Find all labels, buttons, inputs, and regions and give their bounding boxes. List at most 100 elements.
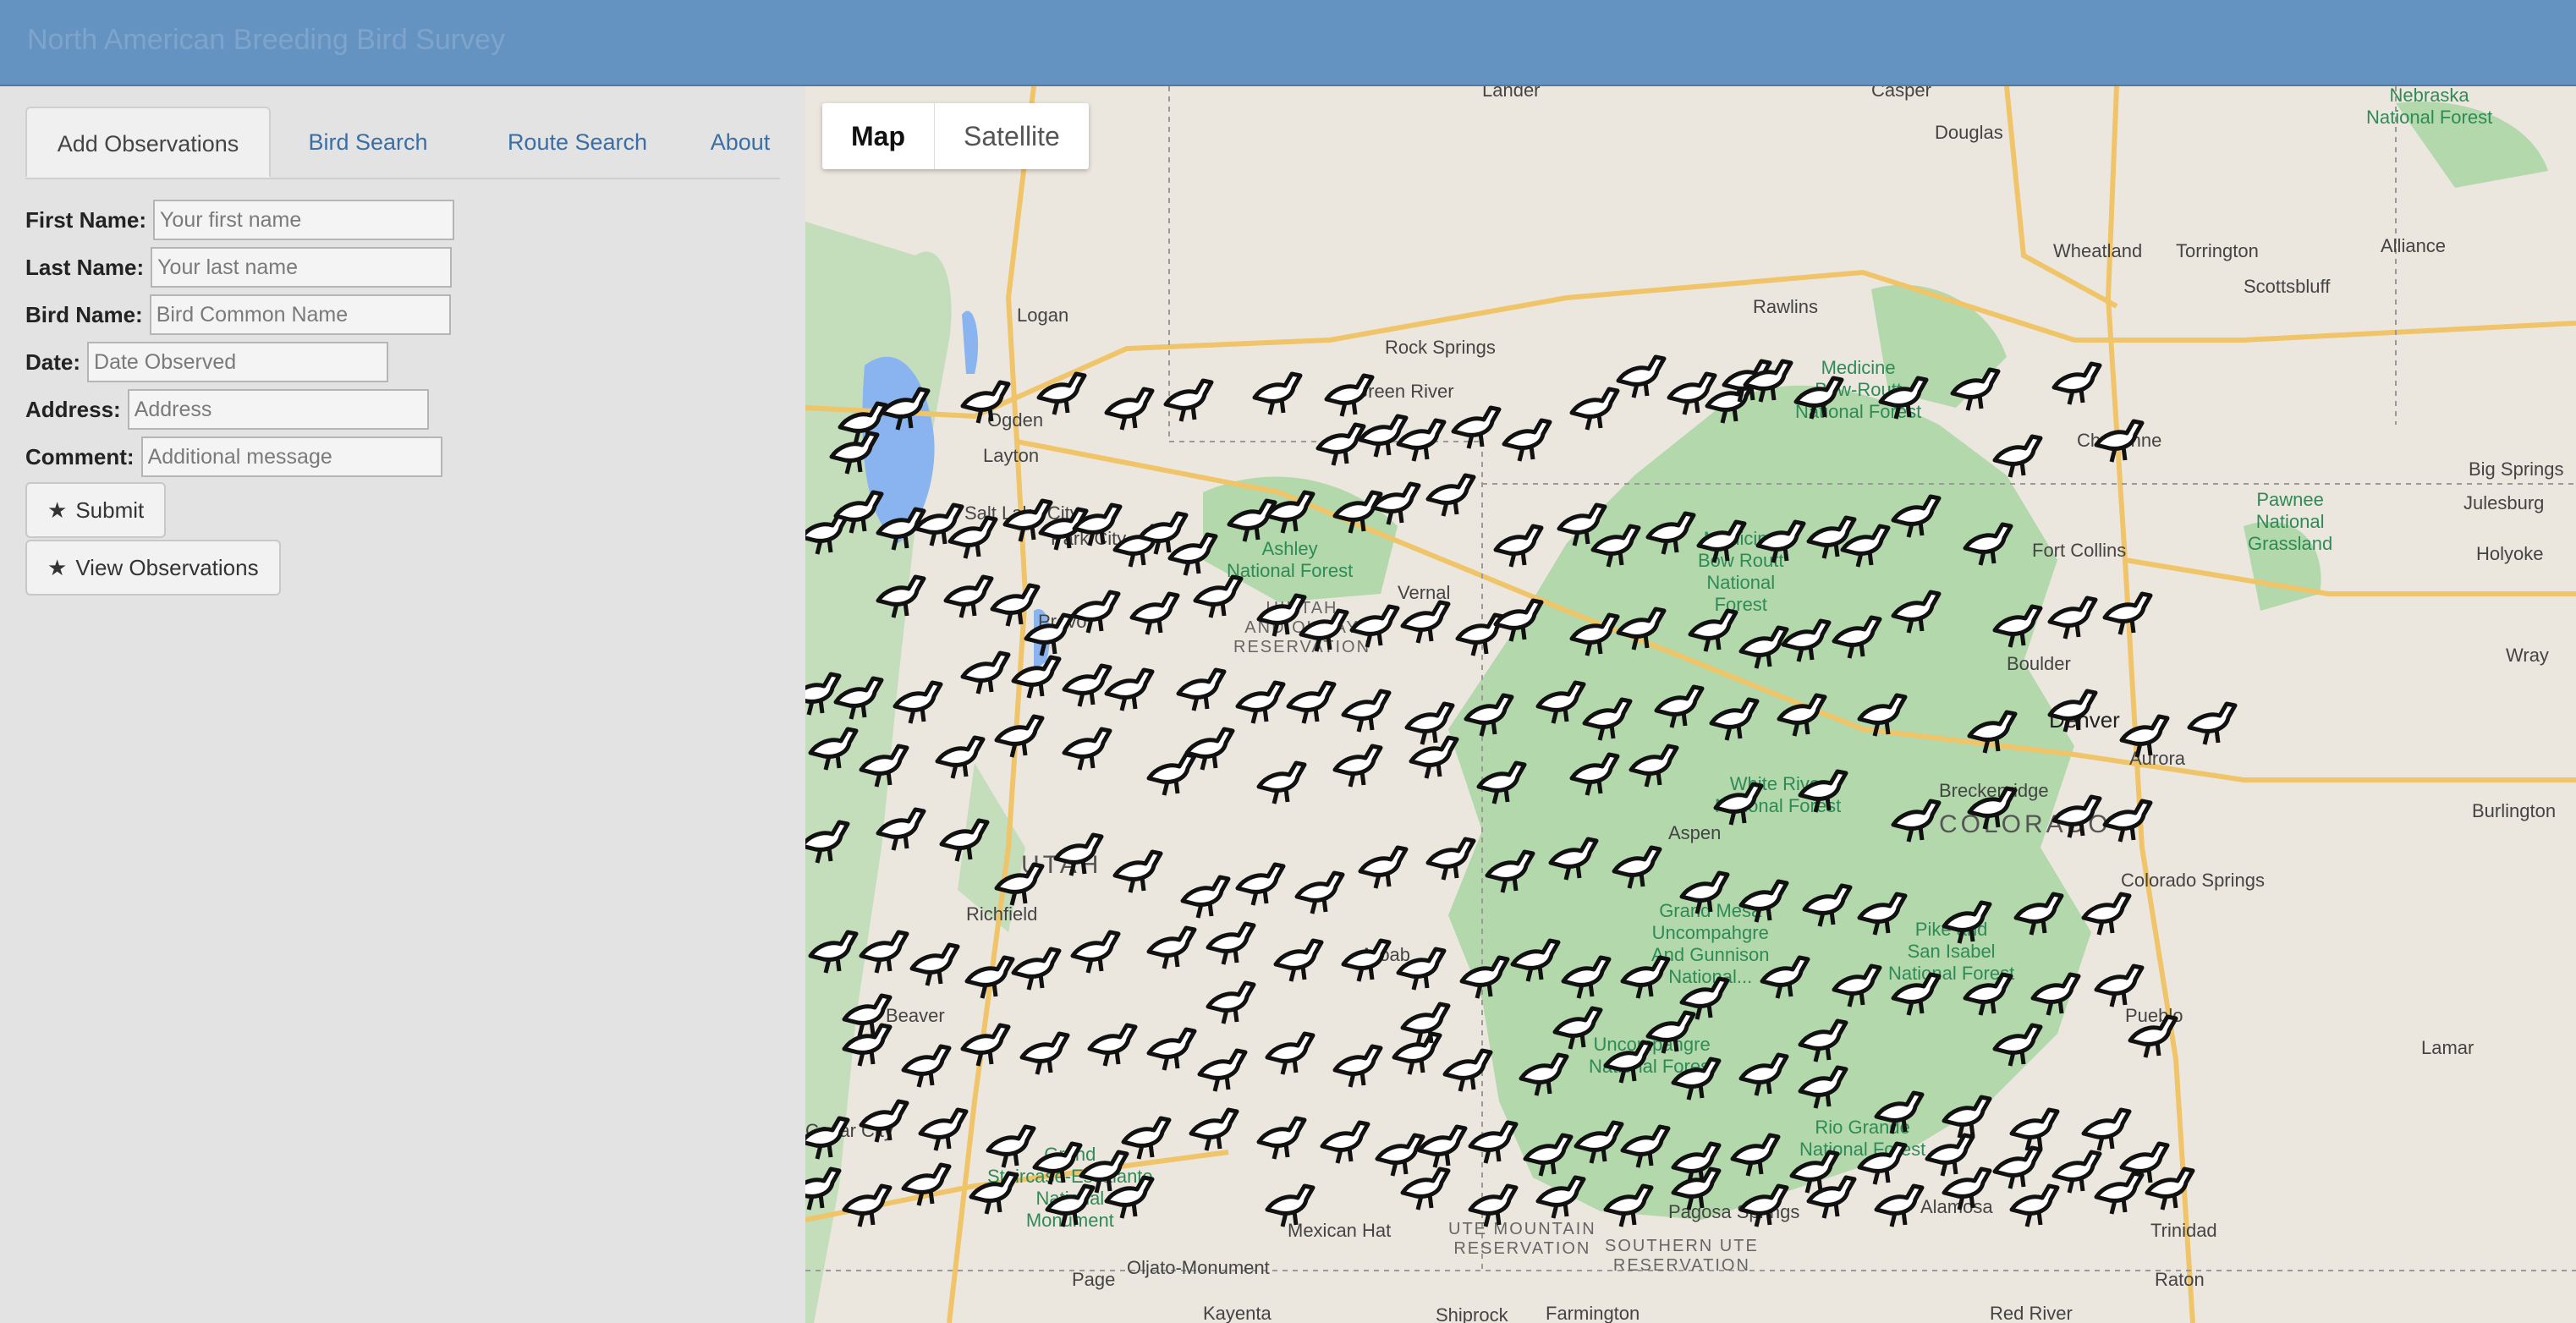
map-type-control: Map Satellite [822, 103, 1089, 169]
comment-row: Comment: [25, 435, 442, 479]
date-input[interactable] [87, 342, 389, 382]
forest-label: Pike and San Isabel National Forest [1888, 919, 2015, 984]
place-label: Rock Springs [1385, 337, 1496, 358]
map-canvas[interactable]: Map Satellite Lander Casper Douglas Whea… [805, 86, 2576, 1323]
place-label: Vernal [1398, 582, 1451, 603]
app-title: North American Breeding Bird Survey [27, 24, 506, 56]
place-label: Alliance [2381, 235, 2447, 256]
place-label: Rawlins [1753, 296, 1819, 317]
place-label: Cheyenne [2077, 430, 2162, 451]
forest-label: Nebraska National Forest [2366, 86, 2493, 128]
place-label: Denver [2049, 707, 2120, 733]
app-header: North American Breeding Bird Survey [0, 0, 2576, 86]
star-icon: ★ [47, 554, 68, 580]
tab-bar: Add Observations Bird Search Route Searc… [25, 107, 780, 179]
place-label: Holyoke [2476, 543, 2544, 564]
last-name-label: Last Name: [25, 254, 145, 280]
reservation-label: UTE MOUNTAIN RESERVATION [1448, 1220, 1596, 1258]
place-label: Salt Lake City [964, 502, 1079, 524]
place-label: Scottsbluff [2244, 276, 2331, 297]
tab-route-search[interactable]: Route Search [465, 107, 689, 178]
map-type-map-button[interactable]: Map [822, 103, 935, 169]
state-label-colorado: COLORADO [1939, 810, 2112, 838]
bird-name-input[interactable] [149, 294, 451, 335]
place-label: Moab [1364, 944, 1411, 965]
place-label: Alamosa [1920, 1196, 1993, 1217]
place-label: Aurora [2129, 748, 2186, 769]
place-label: Burlington [2472, 800, 2557, 821]
date-label: Date: [25, 349, 81, 375]
place-label: Farmington [1546, 1303, 1640, 1323]
place-label: Shiprock [1436, 1304, 1508, 1323]
forest-label: Grand Staircase-Escalante National Monum… [987, 1144, 1153, 1231]
bird-name-label: Bird Name: [25, 301, 143, 327]
place-label: Julesburg [2463, 492, 2545, 513]
place-label: Fort Collins [2032, 540, 2127, 561]
place-label: Raton [2155, 1269, 2205, 1290]
place-label: Mexican Hat [1288, 1220, 1392, 1241]
place-label: Logan [1017, 305, 1069, 326]
reservation-label: SOUTHERN UTE RESERVATION [1605, 1237, 1759, 1275]
date-row: Date: [25, 340, 389, 384]
comment-input[interactable] [140, 436, 442, 477]
place-label: Wheatland [2053, 240, 2143, 261]
tab-bird-search[interactable]: Bird Search [288, 107, 448, 178]
tab-add-observations[interactable]: Add Observations [25, 107, 271, 178]
address-label: Address: [25, 396, 121, 422]
place-label: Aspen [1668, 822, 1722, 843]
address-input[interactable] [127, 389, 429, 430]
submit-label: Submit [75, 497, 145, 523]
last-name-input[interactable] [151, 247, 453, 288]
map-type-satellite-button[interactable]: Satellite [935, 103, 1089, 169]
sidebar: Add Observations Bird Search Route Searc… [0, 86, 805, 1323]
place-label: Ogden [987, 409, 1044, 431]
place-label: Lander [1482, 86, 1541, 101]
star-icon: ★ [47, 497, 68, 523]
first-name-input[interactable] [153, 200, 455, 240]
place-label: Richfield [966, 903, 1038, 925]
forest-label: Pawnee National Grassland [2248, 489, 2333, 554]
place-label: Casper [1871, 86, 1931, 101]
place-label: Pagosa Springs [1668, 1201, 1800, 1222]
reservation-label: UINTAH AND OURAY RESERVATION [1233, 599, 1371, 656]
place-label: Breckenridge [1939, 780, 2049, 801]
address-row: Address: [25, 387, 429, 431]
place-label: Beaver [886, 1005, 945, 1026]
view-observations-button[interactable]: ★ View Observations [25, 540, 281, 596]
place-label: Lamar [2421, 1037, 2474, 1058]
place-label: Cedar City [805, 1120, 893, 1141]
place-label: Red River [1990, 1303, 2073, 1323]
forest-label: Medicine Bow Routt National Forest [1698, 528, 1784, 615]
place-label: Page [1072, 1269, 1116, 1290]
place-label: Colorado Springs [2121, 870, 2265, 891]
place-label: Pueblo [2125, 1005, 2183, 1026]
forest-label: Ashley National Forest [1227, 538, 1354, 581]
lake [962, 310, 979, 374]
place-label: Layton [983, 445, 1040, 466]
tab-about[interactable]: About [698, 107, 783, 178]
place-label: Boulder [2007, 653, 2071, 674]
bird-name-row: Bird Name: [25, 293, 451, 337]
forest-label: Uncompahgre National Forest [1589, 1034, 1716, 1077]
place-label: Douglas [1935, 122, 2003, 143]
comment-label: Comment: [25, 443, 135, 469]
submit-button[interactable]: ★ Submit [25, 482, 167, 538]
forest-label: White River National Forest [1715, 773, 1842, 816]
map-background [805, 86, 2576, 1323]
view-observations-label: View Observations [75, 554, 259, 580]
state-label-utah: UTAH [1021, 851, 1102, 879]
forest-label: Grand Mesa Uncompahgre And Gunnison Nati… [1651, 900, 1770, 987]
place-label: Kayenta [1203, 1303, 1272, 1323]
place-label: Big Springs [2469, 458, 2564, 480]
first-name-row: First Name: [25, 198, 455, 242]
forest-label: Medicine Bow-Routt National Forest [1795, 357, 1922, 422]
place-label: Park City [1051, 528, 1127, 549]
place-label: Torrington [2176, 240, 2259, 261]
first-name-label: First Name: [25, 206, 147, 233]
last-name-row: Last Name: [25, 245, 453, 289]
place-label: Green River [1354, 381, 1454, 402]
place-label: Wray [2506, 645, 2549, 666]
place-label: Trinidad [2150, 1220, 2217, 1241]
place-label: Provo [1038, 611, 1087, 632]
place-label: Oljato-Monument [1127, 1257, 1270, 1278]
